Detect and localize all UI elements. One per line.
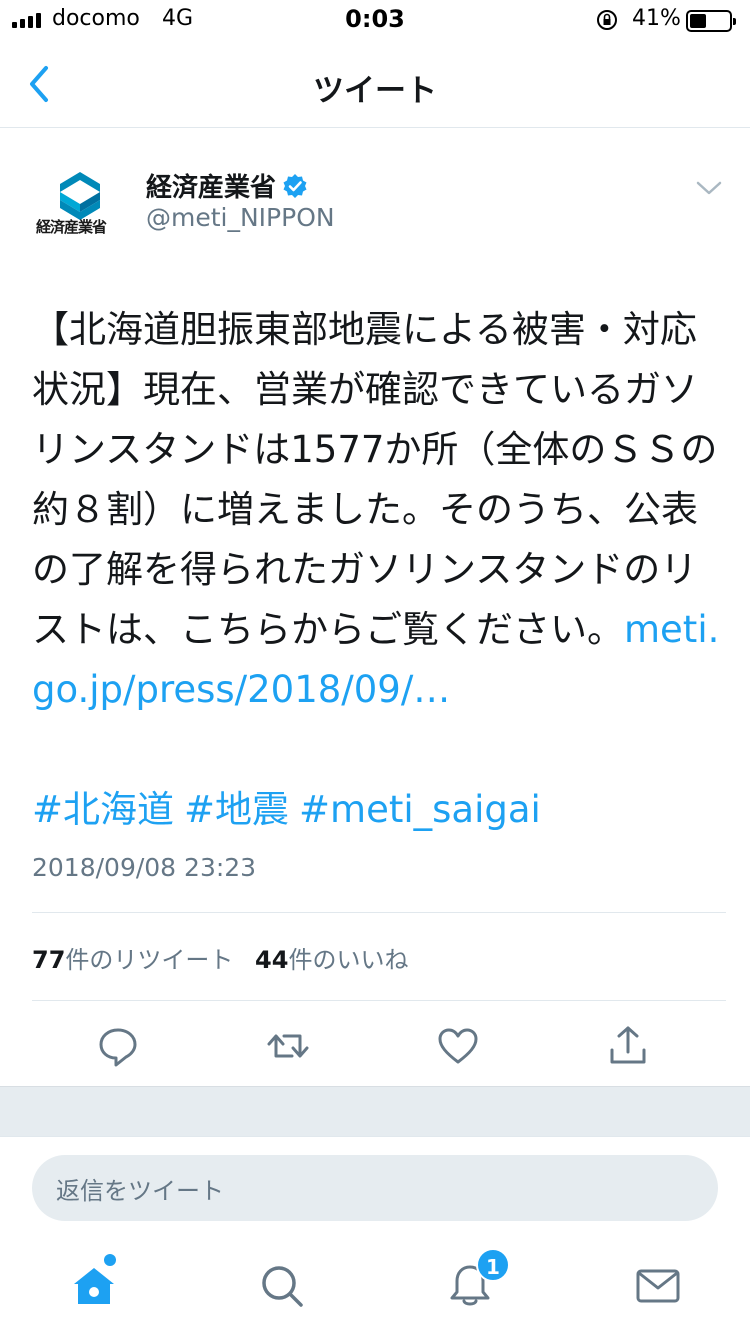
retweet-count-link[interactable]: 77件のリツイート [32,946,233,974]
section-separator [0,1086,750,1136]
like-label: 件のいいね [288,946,409,974]
hashtag-list: #北海道 #地震 #meti_saigai [32,780,551,840]
divider [32,1000,726,1001]
reply-icon[interactable] [96,1024,140,1068]
tweet-text-body: 【北海道胆振東部地震による被害・対応状況】現在、営業が確認できているガソリンスタ… [32,308,718,651]
retweet-icon[interactable] [266,1024,310,1068]
retweet-count: 77 [32,946,66,974]
divider [32,912,726,913]
like-count-link[interactable]: 44件のいいね [255,946,408,974]
hashtag[interactable]: #meti_saigai [299,788,541,831]
tweet-actions [0,1020,750,1084]
home-icon[interactable] [70,1262,118,1310]
reply-input[interactable]: 返信をツイート [32,1155,718,1221]
status-bar: docomo 4G 0:03 41% [0,0,750,40]
messages-icon[interactable] [634,1262,682,1310]
rotation-lock-icon [597,10,617,30]
display-name[interactable]: 経済産業省 [146,167,308,204]
user-handle[interactable]: @meti_NIPPON [146,203,335,232]
navigation-bar: ツイート [0,40,750,128]
avatar-caption: 経済産業省 [36,218,107,236]
like-count: 44 [255,946,289,974]
search-icon[interactable] [258,1262,306,1310]
page-title: ツイート [313,73,437,109]
tweet-timestamp: 2018/09/08 23:23 [32,853,257,882]
battery-percent: 41% [632,6,681,31]
display-name-text: 経済産業省 [146,173,277,203]
notification-badge: 1 [476,1248,510,1282]
verified-badge-icon [283,173,307,198]
chevron-down-icon[interactable] [694,178,724,198]
share-icon[interactable] [606,1024,650,1068]
retweet-label: 件のリツイート [65,946,234,974]
engagement-stats: 77件のリツイート 44件のいいね [32,940,422,975]
heart-icon[interactable] [436,1024,480,1068]
hashtag[interactable]: #地震 [184,788,289,831]
tweet-text: 【北海道胆振東部地震による被害・対応状況】現在、営業が確認できているガソリンスタ… [32,300,722,720]
battery-icon [686,10,736,32]
hashtag[interactable]: #北海道 [32,788,174,831]
